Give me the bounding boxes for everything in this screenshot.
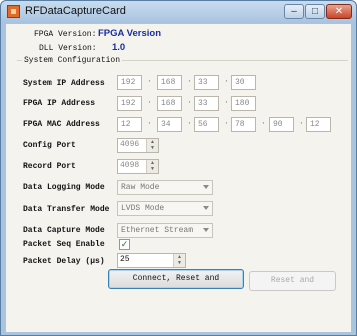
data-capture-mode-value: Ethernet Stream [121,226,194,235]
title-bar[interactable]: RFDataCaptureCard – □ ✕ [1,1,356,23]
system-config-group-label: System Configuration [22,56,123,65]
main-panel: FPGA Version: FPGA Version DLL Version: … [6,24,351,332]
ip-dot: · [224,77,229,86]
packet-delay-value: 25 [120,255,130,264]
app-window: RFDataCaptureCard – □ ✕ FPGA Version: FP… [0,0,357,336]
fpga-version-value: FPGA Version [98,28,161,39]
packet-seq-enable-checkbox[interactable]: ✓ [119,239,130,250]
data-transfer-mode-label: Data Transfer Mode [23,205,110,214]
fpga-ip-octet-3[interactable]: 33 [194,96,219,111]
ip-dot: · [187,98,192,107]
mac-dot: · [224,119,229,128]
ip-dot: · [187,77,192,86]
packet-delay-spinner[interactable]: 25 ▲ ▼ [117,253,186,268]
app-icon [7,5,20,18]
mac-dot: · [299,119,304,128]
close-button[interactable]: ✕ [326,4,352,19]
data-capture-mode-label: Data Capture Mode [23,226,105,235]
system-ip-octet-1[interactable]: 192 [117,75,142,90]
data-transfer-mode-select[interactable]: LVDS Mode [117,201,213,216]
record-port-label: Record Port [23,162,76,171]
connect-reset-button[interactable]: Connect, Reset and [108,269,244,289]
chevron-down-icon [203,206,209,210]
fpga-mac-byte-1[interactable]: 12 [117,117,142,132]
record-port-value: 4098 [120,161,140,170]
fpga-ip-label: FPGA IP Address [23,99,96,108]
fpga-mac-label: FPGA MAC Address [23,120,100,129]
spin-down-icon[interactable]: ▼ [174,260,185,266]
mac-dot: · [261,119,266,128]
data-logging-mode-select[interactable]: Raw Mode [117,180,213,195]
record-port-spinner[interactable]: 4098 ▲ ▼ [117,159,159,174]
config-port-value: 4096 [120,140,140,149]
data-logging-mode-value: Raw Mode [121,183,160,192]
packet-delay-stepper[interactable]: ▲ ▼ [173,254,185,267]
record-port-stepper[interactable]: ▲ ▼ [146,160,158,173]
fpga-ip-octet-2[interactable]: 168 [157,96,182,111]
ip-dot: · [224,98,229,107]
ip-dot: · [147,98,152,107]
data-capture-mode-select[interactable]: Ethernet Stream [117,223,213,238]
ip-dot: · [147,77,152,86]
packet-seq-enable-label: Packet Seq Enable [23,240,105,249]
spin-down-icon[interactable]: ▼ [147,145,158,151]
fpga-mac-byte-6[interactable]: 12 [306,117,331,132]
dll-version-value: 1.0 [112,42,126,53]
config-port-label: Config Port [23,141,76,150]
mac-dot: · [147,119,152,128]
config-port-stepper[interactable]: ▲ ▼ [146,139,158,152]
mac-dot: · [187,119,192,128]
minimize-button[interactable]: – [284,4,304,19]
fpga-mac-byte-5[interactable]: 90 [269,117,294,132]
config-port-spinner[interactable]: 4096 ▲ ▼ [117,138,159,153]
window-title: RFDataCaptureCard [25,5,126,17]
chevron-down-icon [203,228,209,232]
fpga-ip-octet-1[interactable]: 192 [117,96,142,111]
data-transfer-mode-value: LVDS Mode [121,204,165,213]
dll-version-label: DLL Version: [39,44,97,53]
system-ip-octet-4[interactable]: 30 [231,75,256,90]
fpga-mac-byte-2[interactable]: 34 [157,117,182,132]
fpga-mac-byte-4[interactable]: 78 [231,117,256,132]
system-ip-octet-3[interactable]: 33 [194,75,219,90]
maximize-button[interactable]: □ [305,4,325,19]
system-ip-label: System IP Address [23,79,105,88]
fpga-mac-byte-3[interactable]: 56 [194,117,219,132]
system-ip-octet-2[interactable]: 168 [157,75,182,90]
packet-delay-label: Packet Delay (µs) [23,257,105,266]
chevron-down-icon [203,185,209,189]
fpga-ip-octet-4[interactable]: 180 [231,96,256,111]
data-logging-mode-label: Data Logging Mode [23,183,105,192]
spin-down-icon[interactable]: ▼ [147,166,158,172]
reset-button[interactable]: Reset and [249,271,336,291]
fpga-version-label: FPGA Version: [34,30,97,39]
